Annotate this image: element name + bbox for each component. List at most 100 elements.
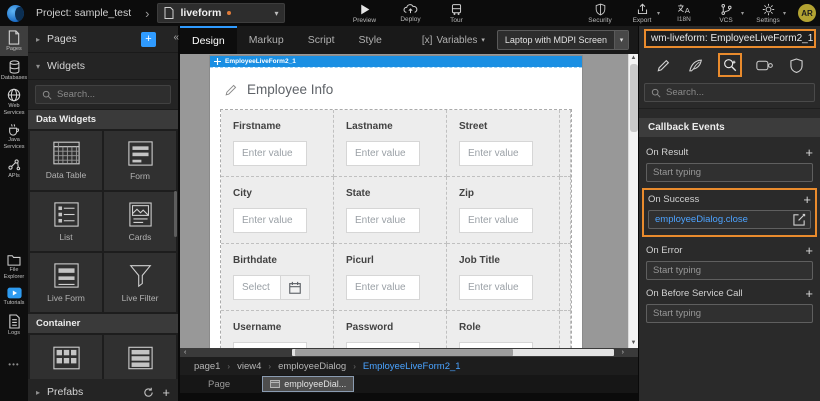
event-input-on-result[interactable] [646, 163, 813, 182]
panel-scrollbar[interactable] [174, 191, 177, 237]
event-value-link[interactable]: employeeDialog.close [655, 214, 793, 225]
widget-tile-form[interactable]: Form [104, 131, 176, 190]
date-picker-button[interactable] [280, 275, 310, 300]
form-field-state[interactable]: State [334, 177, 447, 244]
rail-item-databases[interactable]: Databases [0, 56, 28, 85]
field-input-picurl[interactable] [346, 275, 420, 300]
widget-tile-cards[interactable]: Cards [104, 192, 176, 251]
rail-item-pages[interactable]: Pages [0, 26, 28, 56]
liveform-widget[interactable]: EmployeeLiveForm2_1 Employee Info Firstn… [210, 56, 582, 348]
rail-item-java-services[interactable]: JavaServices [0, 119, 28, 153]
refresh-icon[interactable] [143, 387, 154, 398]
i18n-button[interactable]: AI18N [668, 3, 700, 23]
form-field-job-title[interactable]: Job Title [447, 244, 560, 311]
vertical-scroll-thumb[interactable] [630, 64, 638, 132]
add-event-icon[interactable]: + [805, 245, 813, 257]
horizontal-scroll-track[interactable] [292, 349, 614, 356]
tab-style[interactable]: Style [347, 26, 394, 54]
widget-tile-label: List [59, 232, 72, 242]
widget-tile-list[interactable]: List [30, 192, 102, 251]
breadcrumb-page1[interactable]: page1 [194, 361, 220, 372]
event-input-on-before-service-call[interactable] [646, 304, 813, 323]
variables-button[interactable]: [x] Variables ▾ [422, 35, 485, 46]
export-button[interactable]: ▾Export [626, 3, 658, 24]
widget-tile-data-table[interactable]: Data Table [30, 131, 102, 190]
preview-button[interactable]: Preview [347, 3, 381, 24]
form-field-password[interactable]: Password [334, 311, 447, 348]
design-canvas[interactable]: EmployeeLiveForm2_1 Employee Info Firstn… [180, 54, 638, 348]
breadcrumb-EmployeeLiveForm2_1[interactable]: EmployeeLiveForm2_1 [363, 361, 461, 372]
unsaved-dot [227, 11, 231, 15]
horizontal-scroll-thumb[interactable] [295, 349, 513, 356]
field-input-city[interactable] [233, 208, 307, 233]
add-event-icon[interactable]: + [805, 288, 813, 300]
tab-script[interactable]: Script [296, 26, 347, 54]
widget-tile-grid-layout-icon[interactable] [30, 335, 102, 379]
field-input-lastname[interactable] [346, 141, 420, 166]
canvas-horizontal-scrollbar[interactable]: ‹ › [180, 348, 638, 357]
form-field-role[interactable]: Role [447, 311, 560, 348]
event-input-on-error[interactable] [646, 261, 813, 280]
field-input-street[interactable] [459, 141, 533, 166]
inspector-tab-styles-pen[interactable] [685, 55, 707, 76]
prefabs-section-header[interactable]: ▸ Prefabs + [28, 379, 178, 401]
tab-markup[interactable]: Markup [237, 26, 296, 54]
widget-tile-live-form[interactable]: Live Form [30, 253, 102, 312]
inspector-tab-device[interactable] [753, 56, 776, 75]
rail-item-apis[interactable]: APIs [0, 154, 28, 183]
widget-tile-live-filter[interactable]: Live Filter [104, 253, 176, 312]
inspector-tab-security-shield[interactable] [787, 55, 806, 76]
inspector-search-input[interactable]: Search... [644, 83, 815, 102]
tab-design[interactable]: Design [180, 26, 237, 54]
canvas-vertical-scrollbar[interactable]: ▲ ▼ [628, 54, 638, 348]
scroll-down-icon[interactable]: ▼ [629, 339, 638, 348]
field-input-birthdate[interactable] [233, 275, 280, 300]
form-field-birthdate[interactable]: Birthdate [221, 244, 334, 311]
field-input-state[interactable] [346, 208, 420, 233]
widget-selection-bar[interactable]: EmployeeLiveForm2_1 [210, 56, 582, 67]
user-avatar[interactable]: AR [798, 4, 816, 22]
pages-section-header[interactable]: ▸ Pages + [28, 26, 178, 53]
rail-item-file-explorer[interactable]: FileExplorer [0, 250, 28, 283]
widgets-section-header[interactable]: ▾ Widgets [28, 53, 178, 80]
scroll-right-icon[interactable]: › [622, 348, 624, 357]
add-event-icon[interactable]: + [803, 194, 811, 206]
wavemaker-logo[interactable] [0, 0, 30, 26]
form-field-zip[interactable]: Zip [447, 177, 560, 244]
rail-item-tutorials[interactable]: Tutorials [0, 283, 28, 310]
collapse-panel-icon[interactable]: « [173, 32, 179, 43]
security-button[interactable]: Security [584, 3, 616, 24]
field-input-job-title[interactable] [459, 275, 533, 300]
field-input-zip[interactable] [459, 208, 533, 233]
form-field-picurl[interactable]: Picurl [334, 244, 447, 311]
device-selector[interactable]: Laptop with MDPI Screen ▾ [497, 30, 629, 50]
tab-page[interactable]: Page [208, 379, 230, 390]
add-prefab-button[interactable]: + [162, 385, 170, 400]
tab-employee-dialog[interactable]: employeeDial... [262, 376, 354, 392]
vcs-button[interactable]: ▾VCS [710, 3, 742, 24]
page-selector-dropdown[interactable]: liveform ▾ [157, 3, 285, 23]
tour-button[interactable]: Tour [439, 3, 473, 24]
add-page-button[interactable]: + [141, 32, 156, 47]
field-input-firstname[interactable] [233, 141, 307, 166]
widget-tile-layout-rows-icon[interactable] [104, 335, 176, 379]
rail-item-logs[interactable]: Logs [0, 310, 28, 340]
rail-item-web-services[interactable]: WebServices [0, 84, 28, 119]
edit-icon[interactable] [793, 213, 806, 226]
form-field-street[interactable]: Street [447, 110, 560, 177]
scroll-up-icon[interactable]: ▲ [629, 54, 638, 63]
form-field-firstname[interactable]: Firstname [221, 110, 334, 177]
breadcrumb-employeeDialog[interactable]: employeeDialog [278, 361, 346, 372]
inspector-tab-properties-pencil[interactable] [653, 55, 674, 76]
inspector-tab-events[interactable] [718, 53, 742, 77]
rail-overflow-button[interactable]: ••• [8, 360, 19, 369]
form-field-city[interactable]: City [221, 177, 334, 244]
form-field-username[interactable]: Username [221, 311, 334, 348]
settings-button[interactable]: ▾Settings [752, 3, 784, 24]
add-event-icon[interactable]: + [805, 147, 813, 159]
deploy-button[interactable]: Deploy [393, 3, 427, 24]
breadcrumb-view4[interactable]: view4 [237, 361, 261, 372]
form-field-lastname[interactable]: Lastname [334, 110, 447, 177]
widget-search-input[interactable]: Search... [35, 85, 171, 104]
scroll-left-icon[interactable]: ‹ [184, 348, 186, 357]
